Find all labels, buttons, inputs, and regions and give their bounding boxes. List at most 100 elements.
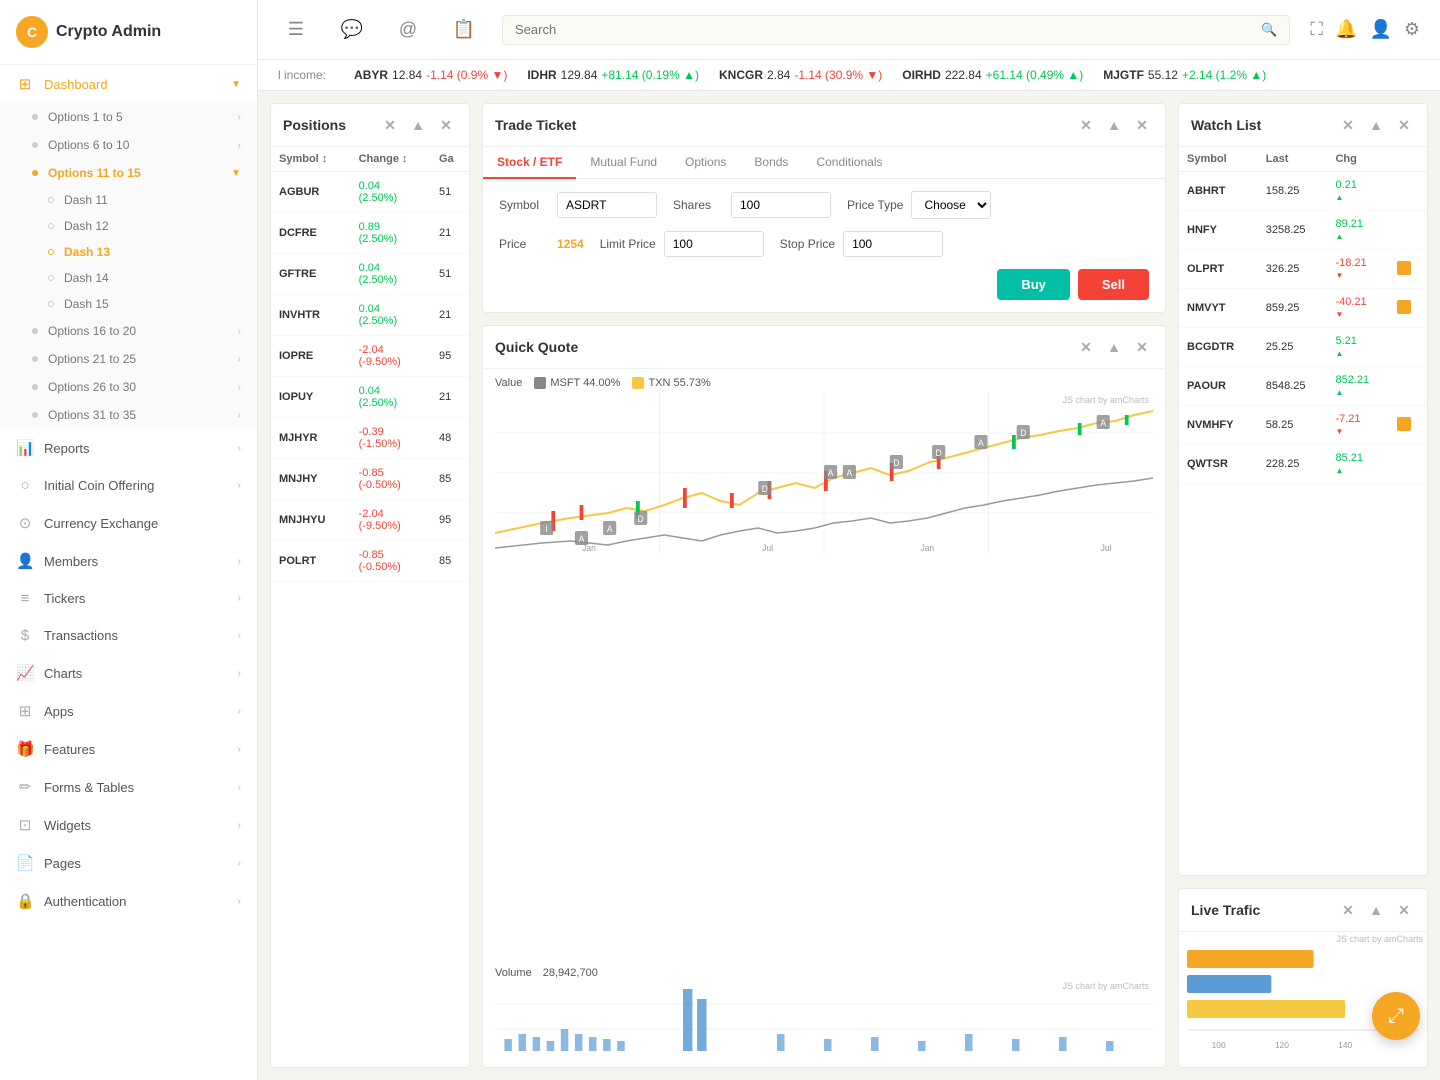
positions-header: Positions ✕ ▲ ✕ <box>271 104 469 147</box>
positions-up-icon[interactable]: ▲ <box>407 114 429 136</box>
wl-collapse-icon[interactable]: ✕ <box>1393 114 1415 136</box>
sidebar-item-members[interactable]: 👤 Members › <box>0 542 257 580</box>
sidebar-sub-dash12[interactable]: Dash 12 <box>0 213 257 239</box>
quote-close-icon[interactable]: ✕ <box>1075 336 1097 358</box>
symbol-input[interactable] <box>557 192 657 218</box>
watchlist-body: Symbol Last Chg ABHRT 158.25 0.21▲ HNFY … <box>1179 147 1427 875</box>
sidebar-sub-options-6-10[interactable]: Options 6 to 10 › <box>0 131 257 159</box>
chat-button[interactable]: 💬 <box>334 12 370 48</box>
buy-button[interactable]: Buy <box>997 269 1070 300</box>
wl-last: 8548.25 <box>1258 367 1328 406</box>
wl-last: 158.25 <box>1258 172 1328 211</box>
chevron-right-icon: › <box>238 858 241 869</box>
tab-options[interactable]: Options <box>671 147 740 179</box>
tab-mutual-fund[interactable]: Mutual Fund <box>576 147 671 179</box>
sidebar-item-tickers[interactable]: ≡ Tickers › <box>0 580 257 617</box>
sidebar-item-pages[interactable]: 📄 Pages › <box>0 844 257 882</box>
volume-attribution: JS chart by amCharts <box>1062 981 1149 991</box>
trade-collapse-icon[interactable]: ✕ <box>1131 114 1153 136</box>
wl-indicator <box>1397 300 1411 314</box>
quick-quote-controls: ✕ ▲ ✕ <box>1075 336 1153 358</box>
trade-close-icon[interactable]: ✕ <box>1075 114 1097 136</box>
sidebar-sub-dash15[interactable]: Dash 15 <box>0 291 257 317</box>
chart-legend-msft: MSFT 44.00% <box>534 377 620 389</box>
wl-up-icon[interactable]: ▲ <box>1365 114 1387 136</box>
wl-chg: 85.21▲ <box>1327 445 1389 484</box>
sidebar-item-reports[interactable]: 📊 Reports › <box>0 429 257 467</box>
currency-icon: ⊙ <box>16 514 34 532</box>
user-icon[interactable]: 👤 <box>1369 19 1391 40</box>
tab-stock-etf[interactable]: Stock / ETF <box>483 147 576 179</box>
chevron-right-icon: › <box>238 443 241 454</box>
live-traffic-panel: Live Trafic ✕ ▲ ✕ JS chart by amCharts <box>1178 888 1428 1068</box>
search-input[interactable] <box>515 22 1253 37</box>
quote-up-icon[interactable]: ▲ <box>1103 336 1125 358</box>
svg-text:D: D <box>1020 428 1026 438</box>
fab-button[interactable]: ⤢ <box>1372 992 1420 1040</box>
sidebar-item-forms[interactable]: ✏ Forms & Tables › <box>0 768 257 806</box>
lt-collapse-icon[interactable]: ✕ <box>1393 899 1415 921</box>
stop-price-input[interactable] <box>843 231 943 257</box>
wl-chg: 5.21▲ <box>1327 328 1389 367</box>
sidebar-sub-options-26-30[interactable]: Options 26 to 30 › <box>0 373 257 401</box>
sidebar: C Crypto Admin ⊞ Dashboard ▼ Options 1 t… <box>0 0 258 1080</box>
limit-price-input[interactable] <box>664 231 764 257</box>
pos-symbol: IOPRE <box>271 336 351 377</box>
lt-up-icon[interactable]: ▲ <box>1365 899 1387 921</box>
search-bar[interactable]: 🔍 <box>502 15 1290 45</box>
sidebar-sub-options-11-15[interactable]: Options 11 to 15 ▼ <box>0 159 257 187</box>
svg-text:I: I <box>546 524 548 534</box>
sidebar-item-dashboard[interactable]: ⊞ Dashboard ▼ <box>0 65 257 103</box>
settings-icon[interactable]: ⚙ <box>1404 19 1420 40</box>
price-chart: JS chart by amCharts <box>495 393 1153 963</box>
clipboard-button[interactable]: 📋 <box>446 12 482 48</box>
sidebar-item-label: Pages <box>44 856 81 871</box>
sidebar-sub-options-1-5[interactable]: Options 1 to 5 › <box>0 103 257 131</box>
chevron-right-icon: › <box>238 820 241 831</box>
svg-text:A: A <box>847 468 853 478</box>
chevron-right-icon: › <box>238 706 241 717</box>
fullscreen-icon[interactable]: ⛶ <box>1310 19 1323 40</box>
shares-input[interactable] <box>731 192 831 218</box>
price-type-select[interactable]: Choose Market Limit Stop <box>911 191 991 219</box>
trade-up-icon[interactable]: ▲ <box>1103 114 1125 136</box>
wl-indicator <box>1397 417 1411 431</box>
price-field: Price 1254 <box>499 237 584 251</box>
positions-close-icon[interactable]: ✕ <box>379 114 401 136</box>
menu-button[interactable]: ☰ <box>278 12 314 48</box>
sidebar-sub-dash14[interactable]: Dash 14 <box>0 265 257 291</box>
quote-chart-area: Value MSFT 44.00% TXN 55.73% JS chart by… <box>483 369 1165 1067</box>
notifications-icon[interactable]: 🔔 <box>1335 19 1357 40</box>
sidebar-sub-dash13[interactable]: Dash 13 <box>0 239 257 265</box>
sidebar-item-label: Reports <box>44 441 90 456</box>
pos-change: -0.85(-0.50%) <box>351 541 431 582</box>
positions-collapse-icon[interactable]: ✕ <box>435 114 457 136</box>
sidebar-sub-options-16-20[interactable]: Options 16 to 20 › <box>0 317 257 345</box>
sidebar-item-widgets[interactable]: ⊡ Widgets › <box>0 806 257 844</box>
sidebar-item-ico[interactable]: ○ Initial Coin Offering › <box>0 467 257 504</box>
sidebar-item-currency[interactable]: ⊙ Currency Exchange <box>0 504 257 542</box>
ticker-item-2: KNCGR 2.84 -1.14 (30.9% ▼) <box>719 68 882 82</box>
sidebar-sub-dash11[interactable]: Dash 11 <box>0 187 257 213</box>
tab-bonds[interactable]: Bonds <box>740 147 802 179</box>
live-traffic-header: Live Trafic ✕ ▲ ✕ <box>1179 889 1427 932</box>
sidebar-item-auth[interactable]: 🔒 Authentication › <box>0 882 257 920</box>
sell-button[interactable]: Sell <box>1078 269 1149 300</box>
svg-text:Jan: Jan <box>921 543 935 553</box>
widgets-icon: ⊡ <box>16 816 34 834</box>
at-button[interactable]: @ <box>390 12 426 48</box>
tab-conditionals[interactable]: Conditionals <box>802 147 896 179</box>
sidebar-item-transactions[interactable]: $ Transactions › <box>0 617 257 654</box>
lt-close-icon[interactable]: ✕ <box>1337 899 1359 921</box>
sidebar-item-charts[interactable]: 📈 Charts › <box>0 654 257 692</box>
apps-icon: ⊞ <box>16 702 34 720</box>
chevron-right-icon: › <box>238 668 241 679</box>
quote-collapse-icon[interactable]: ✕ <box>1131 336 1153 358</box>
sidebar-sub-options-31-35[interactable]: Options 31 to 35 › <box>0 401 257 429</box>
sidebar-item-apps[interactable]: ⊞ Apps › <box>0 692 257 730</box>
sidebar-sub-options-21-25[interactable]: Options 21 to 25 › <box>0 345 257 373</box>
wl-close-icon[interactable]: ✕ <box>1337 114 1359 136</box>
sidebar-item-features[interactable]: 🎁 Features › <box>0 730 257 768</box>
sidebar-item-label: Transactions <box>44 628 118 643</box>
ticker-item-4: MJGTF 55.12 +2.14 (1.2% ▲) <box>1103 68 1266 82</box>
